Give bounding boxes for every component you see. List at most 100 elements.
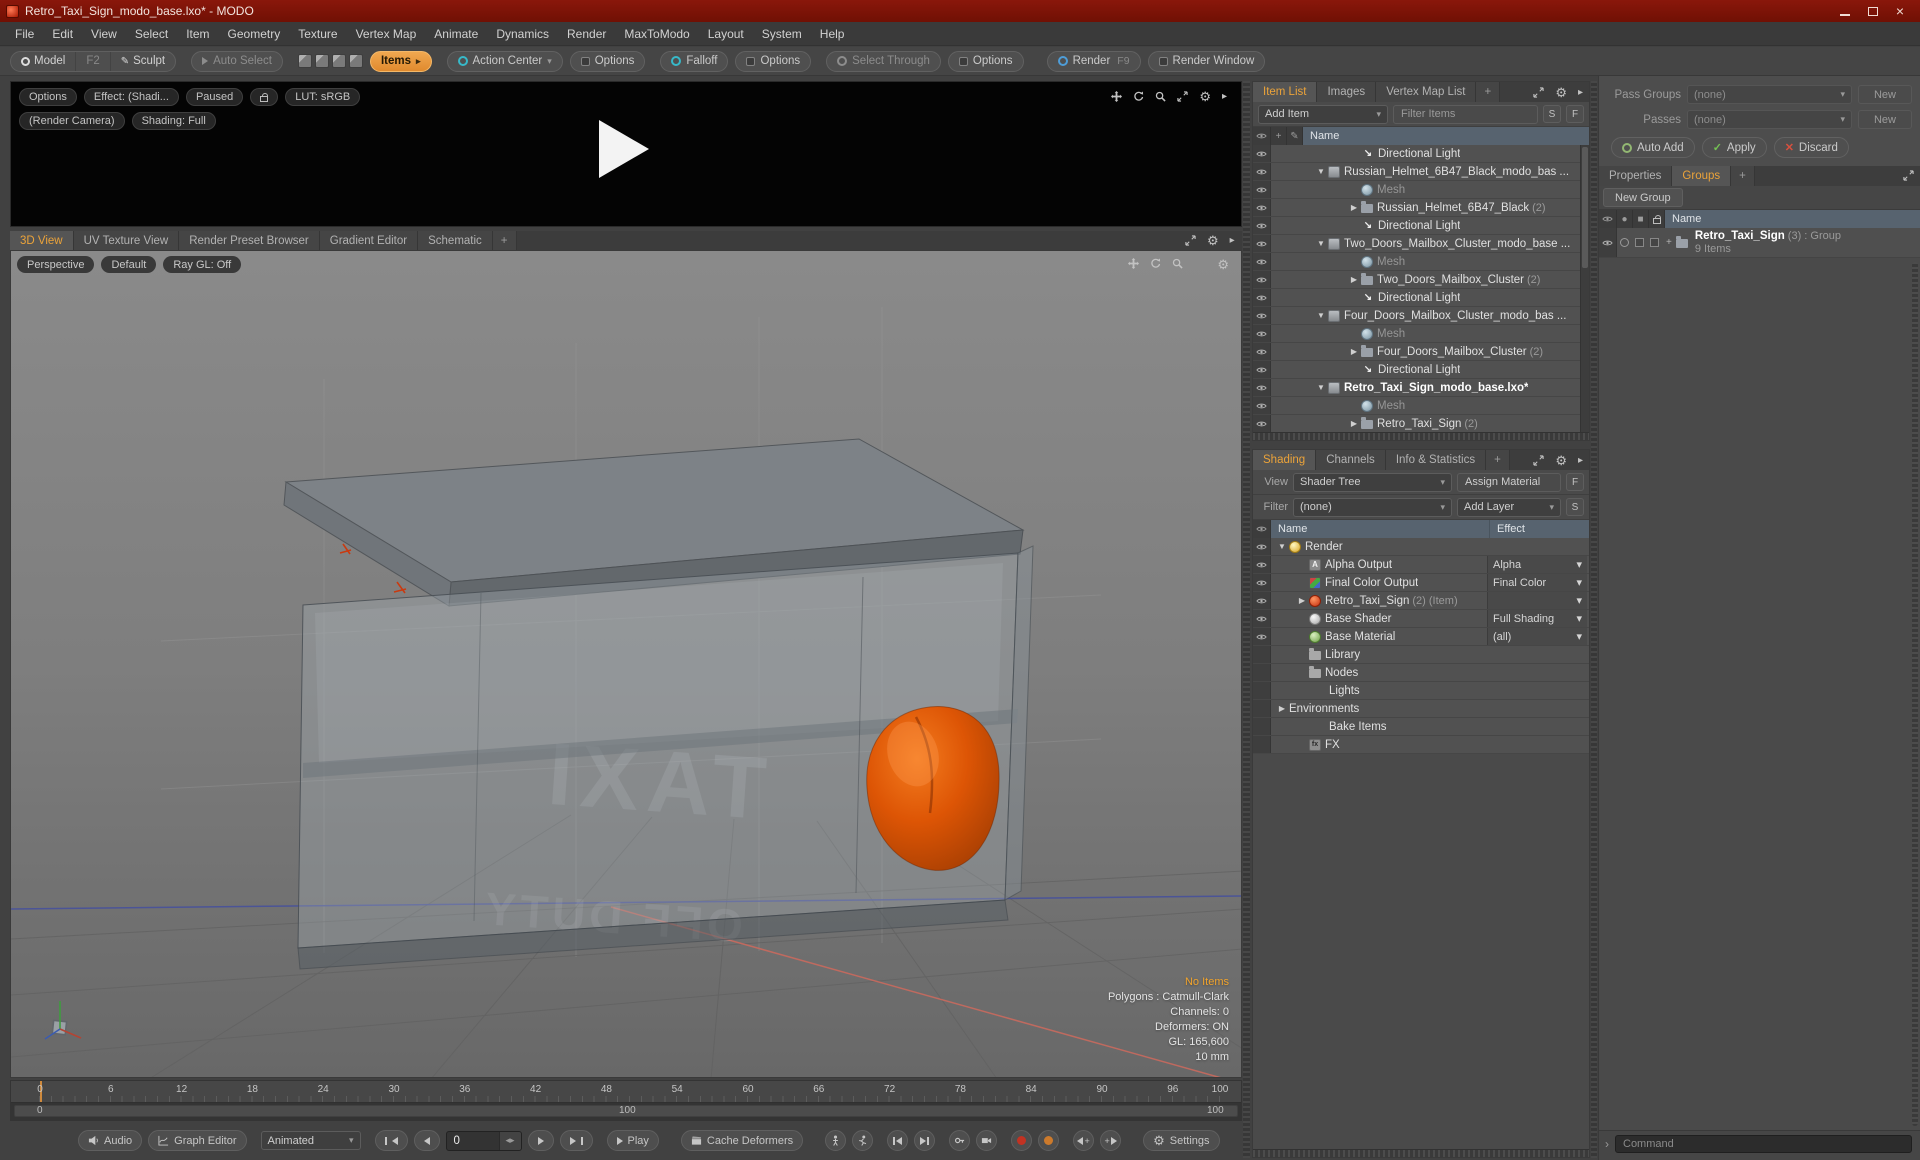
animation-mode-select[interactable]: Animated ▾ — [260, 1131, 361, 1150]
visibility-eye-icon[interactable] — [1253, 610, 1271, 627]
camera-key-button[interactable] — [976, 1130, 998, 1151]
groups-tree-area[interactable] — [1599, 258, 1920, 1130]
item-list-tabs-2[interactable]: Vertex Map List — [1376, 82, 1477, 102]
menu-item-geometry[interactable]: Geometry — [219, 23, 290, 45]
tree-row[interactable]: ▼ Four_Doors_Mailbox_Cluster_modo_bas ... — [1253, 307, 1589, 325]
visibility-eye-icon[interactable] — [1253, 628, 1271, 645]
action-center-dropdown[interactable]: Action Center ▾ — [446, 50, 563, 72]
scopes-button[interactable]: S — [1543, 105, 1561, 123]
effect-dropdown[interactable]: (all) ▾ — [1487, 628, 1587, 645]
expand-arrow-icon[interactable]: ▼ — [1314, 167, 1328, 176]
item-list-scrollbar[interactable] — [1580, 145, 1589, 432]
tree-row[interactable]: Lights — [1253, 682, 1589, 700]
tree-row[interactable]: ▼ Two_Doors_Mailbox_Cluster_modo_base ... — [1253, 235, 1589, 253]
preview-shading-dropdown[interactable]: Shading: Full — [131, 112, 216, 130]
zoom-icon[interactable] — [1172, 258, 1183, 269]
menu-item-help[interactable]: Help — [811, 23, 854, 45]
visibility-eye-icon[interactable] — [1599, 228, 1617, 257]
visibility-eye-icon[interactable] — [1253, 235, 1271, 252]
expand-plus-icon[interactable]: + — [1666, 237, 1672, 248]
filter-presets-button[interactable]: F — [1566, 105, 1584, 123]
visibility-eye-icon[interactable] — [1253, 163, 1271, 180]
pan-icon[interactable] — [1111, 91, 1122, 102]
tab-groups[interactable]: Groups — [1672, 166, 1732, 186]
graph-editor-button[interactable]: Graph Editor — [148, 1130, 247, 1151]
select-through-button[interactable]: Select Through — [826, 50, 941, 72]
visibility-eye-icon[interactable] — [1253, 415, 1271, 432]
timeline[interactable]: 0 6 12 18 24 30 36 42 48 54 60 66 72 78 84 90 96 100 0 10… — [10, 1080, 1242, 1121]
tree-row[interactable]: Library — [1253, 646, 1589, 664]
apply-button[interactable]: ✓ Apply — [1701, 137, 1767, 158]
tree-row[interactable]: fx FX — [1253, 736, 1589, 754]
set-key-button[interactable] — [949, 1130, 971, 1151]
item-list-tabs-add[interactable]: + — [1476, 82, 1501, 102]
tree-row[interactable]: ▶ Four_Doors_Mailbox_Cluster (2) — [1253, 343, 1589, 361]
visibility-eye-icon[interactable] — [1253, 538, 1271, 555]
tree-row[interactable]: Bake Items — [1253, 718, 1589, 736]
polygons-mode-icon[interactable] — [331, 54, 346, 68]
visibility-eye-icon[interactable] — [1253, 181, 1271, 198]
tree-row[interactable]: Mesh — [1253, 181, 1589, 199]
passes-new-button[interactable]: New — [1858, 110, 1912, 129]
effect-dropdown[interactable]: Final Color ▾ — [1487, 574, 1587, 591]
render-camera-dropdown[interactable]: (Render Camera) — [19, 112, 125, 130]
tree-row[interactable]: ▼ Russian_Helmet_6B47_Black_modo_bas ... — [1253, 163, 1589, 181]
shading-tabs-1[interactable]: Channels — [1316, 450, 1386, 470]
cache-deformers-button[interactable]: Cache Deformers — [680, 1130, 804, 1151]
viewport-tabs-0[interactable]: 3D View — [10, 231, 74, 250]
step-forward-add-button[interactable]: + — [1100, 1130, 1122, 1151]
viewport-tabs-add[interactable]: + — [492, 231, 517, 250]
effect-dropdown[interactable]: Alpha ▾ — [1487, 556, 1587, 573]
ray-gl-dropdown[interactable]: Ray GL: Off — [163, 256, 242, 273]
horizontal-scrollbar[interactable] — [1253, 432, 1589, 440]
frame-spinner[interactable]: ◂▸ — [498, 1131, 521, 1150]
menu-item-view[interactable]: View — [82, 23, 126, 45]
panel-arrow-icon[interactable]: ▸ — [1230, 235, 1235, 246]
viewport-tabs-3[interactable]: Gradient Editor — [319, 231, 419, 250]
visibility-eye-icon[interactable] — [1253, 199, 1271, 216]
lock-toggle[interactable] — [1650, 238, 1659, 247]
preview-lock-button[interactable] — [250, 88, 279, 106]
expand-arrow-icon[interactable]: ▶ — [1295, 596, 1309, 605]
visibility-eye-icon[interactable] — [1253, 253, 1271, 270]
items-mode-icon[interactable] — [348, 54, 363, 68]
visibility-eye-icon[interactable] — [1253, 574, 1271, 591]
gear-icon[interactable]: ⚙ — [1199, 90, 1211, 103]
expand-icon[interactable] — [1533, 455, 1544, 466]
vertical-scrollbar[interactable] — [1243, 81, 1250, 1158]
menu-item-layout[interactable]: Layout — [699, 23, 753, 45]
visibility-eye-icon[interactable] — [1253, 217, 1271, 234]
viewport-tabs-2[interactable]: Render Preset Browser — [179, 231, 320, 250]
viewport-tabs-4[interactable]: Schematic — [418, 231, 493, 250]
tree-row[interactable]: ↘ Directional Light — [1253, 361, 1589, 379]
vertices-mode-icon[interactable] — [297, 54, 312, 68]
action-center-options-button[interactable]: Options — [569, 50, 646, 72]
tree-row[interactable]: Mesh — [1253, 397, 1589, 415]
tree-row[interactable]: ▶ Two_Doors_Mailbox_Cluster (2) — [1253, 271, 1589, 289]
falloff-dropdown[interactable]: Falloff — [660, 50, 729, 72]
horizontal-scrollbar[interactable] — [1253, 1149, 1589, 1157]
item-list-tabs-1[interactable]: Images — [1317, 82, 1377, 102]
gear-icon[interactable]: ⚙ — [1555, 454, 1567, 467]
maximize-button[interactable] — [1867, 6, 1878, 16]
timeline-ruler[interactable]: 0 6 12 18 24 30 36 42 48 54 60 66 72 78 84 90 96 100 — [11, 1081, 1241, 1103]
select-through-options-button[interactable]: Options — [947, 50, 1024, 72]
action-pose-button[interactable] — [852, 1130, 874, 1151]
settings-button[interactable]: ⚙ Settings — [1143, 1130, 1220, 1151]
tree-row[interactable]: ▼ Retro_Taxi_Sign_modo_base.lxo* — [1253, 379, 1589, 397]
go-to-end-button[interactable] — [559, 1130, 593, 1151]
shader-view-dropdown[interactable]: Shader Tree ▾ — [1293, 472, 1452, 492]
sculpt-mode-button[interactable]: ✎ Sculpt — [111, 52, 175, 71]
menu-item-animate[interactable]: Animate — [425, 23, 487, 45]
tree-row[interactable]: ▶ Retro_Taxi_Sign (2) (Item) ▾ — [1253, 592, 1589, 610]
channel-key-button[interactable] — [1038, 1130, 1060, 1151]
item-list-tabs-0[interactable]: Item List — [1253, 82, 1318, 102]
tree-row[interactable]: Base Material (all) ▾ — [1253, 628, 1589, 646]
preview-play-icon[interactable] — [599, 120, 649, 178]
pass-groups-new-button[interactable]: New — [1858, 85, 1912, 104]
panel-arrow-icon[interactable]: ▸ — [1222, 91, 1227, 102]
filter-items-field[interactable]: Filter Items — [1393, 104, 1538, 124]
viewport-tabs-1[interactable]: UV Texture View — [73, 231, 180, 250]
auto-select-button[interactable]: Auto Select — [191, 50, 283, 72]
preview-lut-dropdown[interactable]: LUT: sRGB — [285, 88, 361, 106]
